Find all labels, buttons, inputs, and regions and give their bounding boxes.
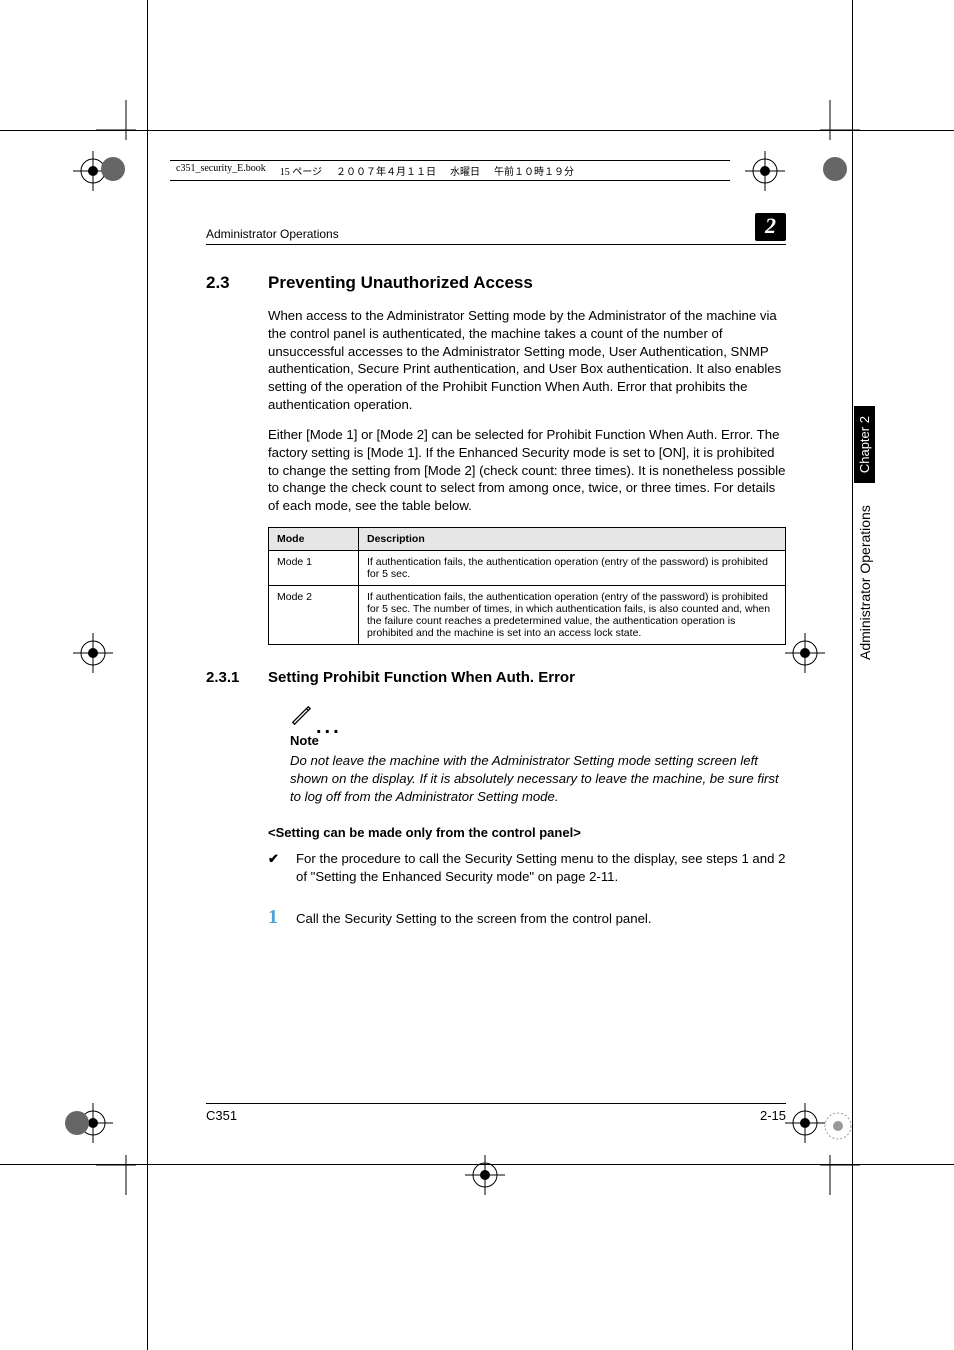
- table-row: Mode 1 If authentication fails, the auth…: [269, 550, 786, 585]
- mode-table: Mode Description Mode 1 If authenticatio…: [268, 527, 786, 645]
- side-section-label: Administrator Operations: [857, 505, 873, 660]
- table-header-mode: Mode: [269, 527, 359, 550]
- step-body: Call the Security Setting to the screen …: [296, 911, 652, 926]
- note-label: Note: [290, 733, 786, 748]
- side-labels: Administrator Operations Chapter 2: [854, 400, 875, 660]
- running-header: Administrator Operations: [206, 227, 339, 241]
- check-icon: ✔: [268, 850, 286, 886]
- table-cell: If authentication fails, the authenticat…: [359, 585, 786, 644]
- registration-mark-icon: [460, 1150, 510, 1200]
- angle-bracket-heading: <Setting can be made only from the contr…: [268, 825, 786, 840]
- note-dots-icon: ...: [316, 723, 342, 731]
- page-footer: C351 2-15: [206, 1103, 786, 1123]
- section-number: 2.3: [206, 273, 268, 293]
- page-content: Administrator Operations 2 2.3 Preventin…: [206, 155, 786, 1125]
- note-body: Do not leave the machine with the Admini…: [290, 752, 786, 805]
- subsection-number: 2.3.1: [206, 669, 268, 686]
- solid-dot-icon: [62, 1108, 92, 1138]
- solid-dot-icon: [98, 154, 128, 184]
- table-header-description: Description: [359, 527, 786, 550]
- footer-page-number: 2-15: [760, 1108, 786, 1123]
- section-paragraph: Either [Mode 1] or [Mode 2] can be selec…: [268, 426, 786, 515]
- section-title: Preventing Unauthorized Access: [268, 273, 533, 293]
- side-chapter-label: Chapter 2: [854, 406, 875, 483]
- crop-corner-tr: [800, 100, 860, 160]
- table-cell: Mode 2: [269, 585, 359, 644]
- section-paragraph: When access to the Administrator Setting…: [268, 307, 786, 414]
- burst-dot-icon: [820, 1108, 856, 1144]
- numbered-step: 1 Call the Security Setting to the scree…: [268, 906, 786, 929]
- step-number: 1: [268, 906, 278, 929]
- registration-mark-icon: [780, 628, 830, 678]
- registration-mark-icon: [68, 628, 118, 678]
- subsection-title: Setting Prohibit Function When Auth. Err…: [268, 669, 575, 686]
- footer-model: C351: [206, 1108, 237, 1123]
- table-cell: Mode 1: [269, 550, 359, 585]
- table-cell: If authentication fails, the authenticat…: [359, 550, 786, 585]
- solid-dot-icon: [820, 154, 850, 184]
- table-row: Mode 2 If authentication fails, the auth…: [269, 585, 786, 644]
- checklist-text: For the procedure to call the Security S…: [296, 850, 786, 886]
- note-icon: [290, 704, 312, 731]
- chapter-number-badge: 2: [755, 213, 786, 241]
- checklist-item: ✔ For the procedure to call the Security…: [268, 850, 786, 886]
